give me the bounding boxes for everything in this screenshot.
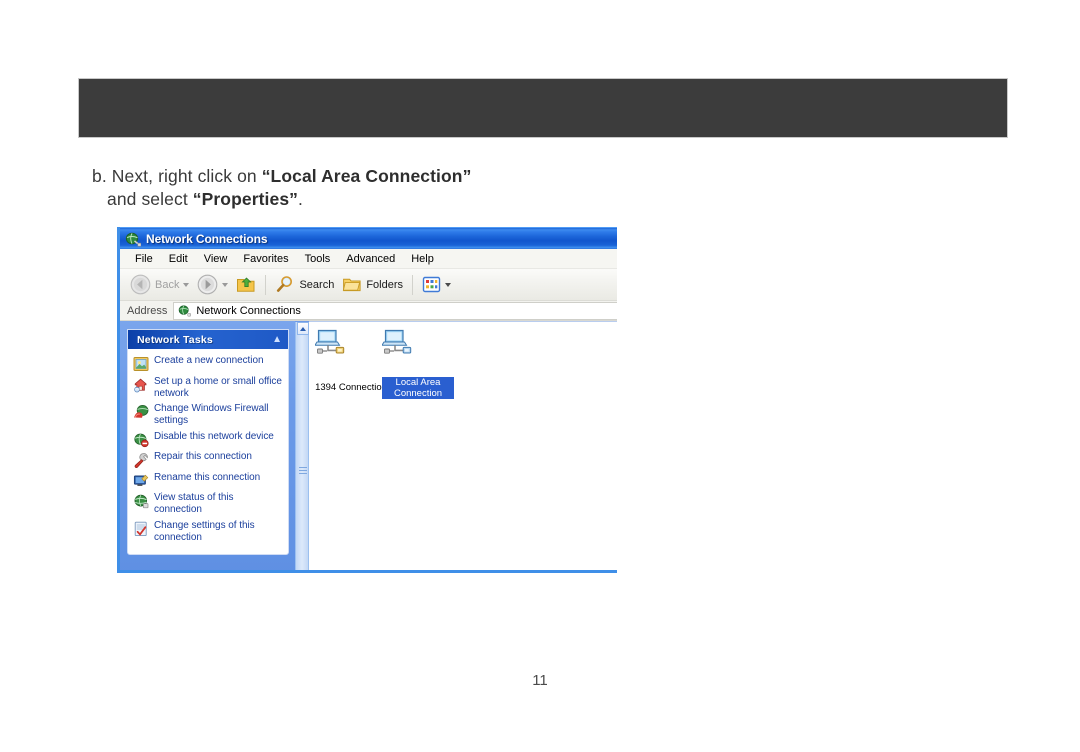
page-header-banner xyxy=(78,78,1008,138)
network-tasks-title: Network Tasks xyxy=(137,333,213,346)
instruction-line1-prefix: Next, right click on xyxy=(111,166,262,186)
home-network-icon xyxy=(133,377,149,393)
views-button[interactable] xyxy=(418,274,455,295)
instruction-text: b. Next, right click on “Local Area Conn… xyxy=(92,165,612,212)
instruction-line2-suffix: . xyxy=(298,189,303,210)
sidebar-item-label: Repair this connection xyxy=(154,451,252,462)
scroll-up-button[interactable] xyxy=(297,322,309,335)
sidebar-item-label: View status of this connection xyxy=(154,492,234,515)
instruction-line1-bold: “Local Area Connection” xyxy=(261,166,472,186)
back-button-label: Back xyxy=(155,278,180,291)
sidebar-item-label: Disable this network device xyxy=(154,430,274,442)
search-button[interactable]: Search xyxy=(271,273,338,296)
settings-icon xyxy=(133,521,149,537)
address-bar: Address Network Connections xyxy=(120,301,617,321)
wrench-icon xyxy=(133,452,149,468)
window-body: Network Tasks ▲ Create a new connection … xyxy=(120,321,617,570)
sidebar-item-label: Change Windows Firewall settings xyxy=(154,403,269,426)
sidebar-item-label: Rename this connection xyxy=(154,471,261,483)
window-title: Network Connections xyxy=(146,231,268,246)
network-connection-icon xyxy=(315,328,387,359)
rename-icon xyxy=(133,473,149,489)
search-button-label: Search xyxy=(299,278,335,291)
sidebar-item-label: Create a new connection xyxy=(154,355,264,366)
sidebar-item-rename-connection[interactable]: Rename this connection xyxy=(133,472,284,489)
network-connection-icon xyxy=(382,328,454,359)
sidebar-item-setup-home-network[interactable]: Set up a home or small office network xyxy=(133,376,284,400)
window-menubar: File Edit View Favorites Tools Advanced … xyxy=(120,249,617,269)
network-tasks-panel: Network Tasks ▲ Create a new connection … xyxy=(127,329,289,555)
up-button[interactable] xyxy=(232,273,260,296)
toolbar-separator-2 xyxy=(412,274,414,295)
back-arrow-icon xyxy=(130,274,151,295)
address-value: Network Connections xyxy=(196,304,301,317)
firewall-icon xyxy=(133,404,149,420)
forward-button[interactable] xyxy=(193,272,232,297)
status-globe-icon xyxy=(133,493,149,509)
sidebar-item-repair-connection[interactable]: Repair this connection xyxy=(133,451,284,468)
page-root: b. Next, right click on “Local Area Conn… xyxy=(0,0,1080,752)
scrollbar-grip[interactable] xyxy=(299,467,307,474)
menu-item-file[interactable]: File xyxy=(127,252,161,266)
menu-item-help[interactable]: Help xyxy=(403,252,442,266)
network-globe-icon xyxy=(125,231,141,247)
network-tasks-list: Create a new connection Set up a home or… xyxy=(128,349,288,554)
page-number: 11 xyxy=(532,672,548,689)
window-toolbar: Back Search Folders xyxy=(120,269,617,301)
instruction-line2-bold: “Properties” xyxy=(192,189,299,210)
network-globe-icon xyxy=(178,304,192,317)
forward-dropdown-arrow-icon[interactable] xyxy=(222,282,229,287)
sidebar-item-create-new-connection[interactable]: Create a new connection xyxy=(133,355,284,372)
chevron-up-icon[interactable]: ▲ xyxy=(272,334,282,345)
folders-button[interactable]: Folders xyxy=(338,273,407,296)
sidebar-item-label: Set up a home or small office network xyxy=(154,375,282,399)
disable-device-icon xyxy=(133,432,149,448)
menu-item-view[interactable]: View xyxy=(196,252,236,266)
sidebar-scrollbar[interactable] xyxy=(295,322,309,570)
sidebar: Network Tasks ▲ Create a new connection … xyxy=(120,321,295,570)
menu-item-advanced[interactable]: Advanced xyxy=(338,252,403,266)
back-button[interactable]: Back xyxy=(126,272,193,297)
network-tasks-header[interactable]: Network Tasks ▲ xyxy=(128,330,288,349)
up-folder-icon xyxy=(236,275,256,294)
sidebar-item-change-firewall-settings[interactable]: Change Windows Firewall settings xyxy=(133,403,284,427)
menu-item-favorites[interactable]: Favorites xyxy=(235,252,296,266)
magnifier-icon xyxy=(275,275,295,294)
sidebar-item-disable-network-device[interactable]: Disable this network device xyxy=(133,431,284,448)
forward-arrow-icon xyxy=(197,274,218,295)
toolbar-separator xyxy=(265,274,267,295)
connection-label: 1394 Connection xyxy=(315,382,387,393)
sidebar-item-label: Change settings of this connection xyxy=(154,519,255,543)
connection-label: Local Area Connection xyxy=(382,377,454,399)
folders-button-label: Folders xyxy=(366,278,404,291)
connections-content-pane: 1394 Connection Local Area Connection xyxy=(309,321,617,570)
sidebar-item-change-settings[interactable]: Change settings of this connection xyxy=(133,520,284,544)
back-dropdown-arrow-icon[interactable] xyxy=(183,282,190,287)
menu-item-tools[interactable]: Tools xyxy=(297,252,339,266)
folder-icon xyxy=(342,275,362,294)
menu-item-edit[interactable]: Edit xyxy=(161,252,196,266)
new-connection-icon xyxy=(133,356,149,372)
chevron-up-icon xyxy=(300,326,306,331)
instruction-line2-prefix: and select xyxy=(107,189,193,210)
views-dropdown-arrow-icon[interactable] xyxy=(445,282,452,287)
address-input[interactable]: Network Connections xyxy=(173,301,617,320)
sidebar-item-view-status[interactable]: View status of this connection xyxy=(133,492,284,516)
connection-item-1394[interactable]: 1394 Connection xyxy=(315,328,387,395)
network-connections-window: Network Connections File Edit View Favor… xyxy=(117,227,617,573)
address-label: Address xyxy=(127,304,168,317)
window-titlebar[interactable]: Network Connections xyxy=(120,227,617,249)
instruction-marker: b. xyxy=(92,166,107,186)
views-icon xyxy=(422,276,441,293)
connection-item-local-area[interactable]: Local Area Connection xyxy=(382,328,454,401)
